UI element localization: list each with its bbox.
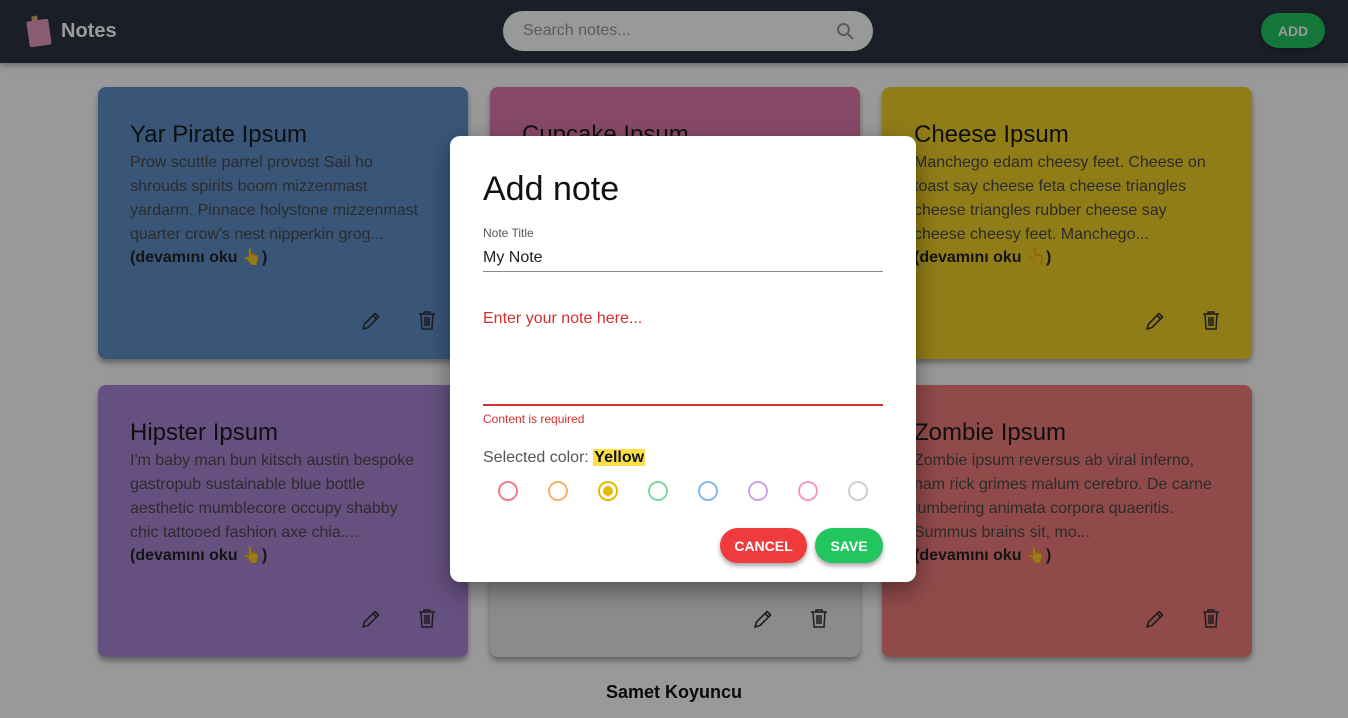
note-title-label: Note Title: [483, 226, 534, 240]
note-content-input[interactable]: [483, 310, 883, 406]
color-radio-green[interactable]: [648, 481, 668, 501]
content-error-text: Content is required: [483, 412, 585, 426]
color-radio-yellow[interactable]: [598, 481, 618, 501]
selected-color-value: Yellow: [593, 449, 646, 466]
selected-color-label: Selected color:: [483, 449, 589, 466]
save-button[interactable]: SAVE: [815, 528, 883, 563]
dialog-title: Add note: [483, 170, 620, 208]
color-radio-red[interactable]: [498, 481, 518, 501]
note-title-input[interactable]: [483, 244, 883, 272]
selected-color-line: Selected color: Yellow: [483, 449, 646, 467]
color-radio-pink[interactable]: [798, 481, 818, 501]
color-radio-selected-dot: [603, 486, 613, 496]
color-radio-orange[interactable]: [548, 481, 568, 501]
cancel-button[interactable]: CANCEL: [720, 528, 807, 563]
color-radio-blue[interactable]: [698, 481, 718, 501]
color-radio-gray[interactable]: [848, 481, 868, 501]
color-radio-purple[interactable]: [748, 481, 768, 501]
add-note-dialog: Add note Note Title Content is required …: [450, 136, 916, 582]
